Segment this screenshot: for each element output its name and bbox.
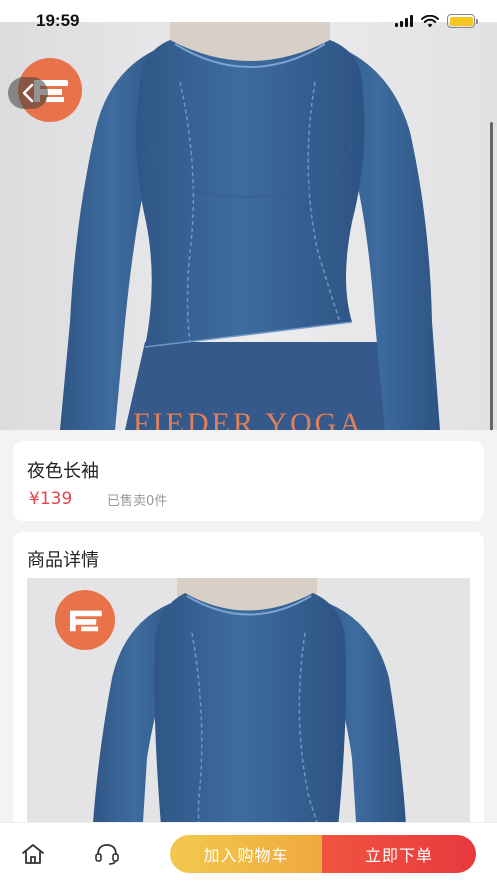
brand-watermark: FIEDER YOGA xyxy=(132,407,365,430)
detail-image xyxy=(27,578,470,832)
purchase-actions: 加入购物车 立即下单 xyxy=(170,835,476,873)
status-bar: 19:59 xyxy=(0,0,497,29)
battery-fill xyxy=(449,16,473,26)
detail-title: 商品详情 xyxy=(27,550,99,571)
product-info-card: 夜色长袖 ¥139 已售卖0件 xyxy=(13,441,484,521)
bottom-action-bar: 加入购物车 立即下单 xyxy=(0,822,497,883)
chevron-left-icon xyxy=(22,83,34,103)
product-name: 夜色长袖 xyxy=(27,461,99,482)
headset-icon xyxy=(95,844,119,865)
sold-count: 已售卖0件 xyxy=(107,494,168,509)
signal-icon xyxy=(395,15,413,27)
customer-service-button[interactable] xyxy=(92,839,122,869)
wifi-icon xyxy=(421,14,439,27)
status-icons xyxy=(395,14,478,28)
buy-now-button[interactable]: 立即下单 xyxy=(322,835,476,873)
product-price: ¥139 xyxy=(29,489,73,509)
brand-logo xyxy=(55,590,115,650)
home-button[interactable] xyxy=(18,839,48,869)
add-to-cart-button[interactable]: 加入购物车 xyxy=(170,835,322,873)
product-image-carousel[interactable]: FIEDER YOGA xyxy=(0,22,497,430)
battery-icon xyxy=(447,14,478,28)
back-button[interactable] xyxy=(8,77,48,109)
product-detail-screen: 19:59 FIEDER YOGA 夜色长袖 ¥139 已售卖0件 商品详情 加… xyxy=(0,0,497,883)
scroll-indicator xyxy=(490,122,493,430)
product-detail-card: 商品详情 xyxy=(13,532,484,832)
status-time: 19:59 xyxy=(36,11,80,30)
home-icon xyxy=(22,844,44,864)
